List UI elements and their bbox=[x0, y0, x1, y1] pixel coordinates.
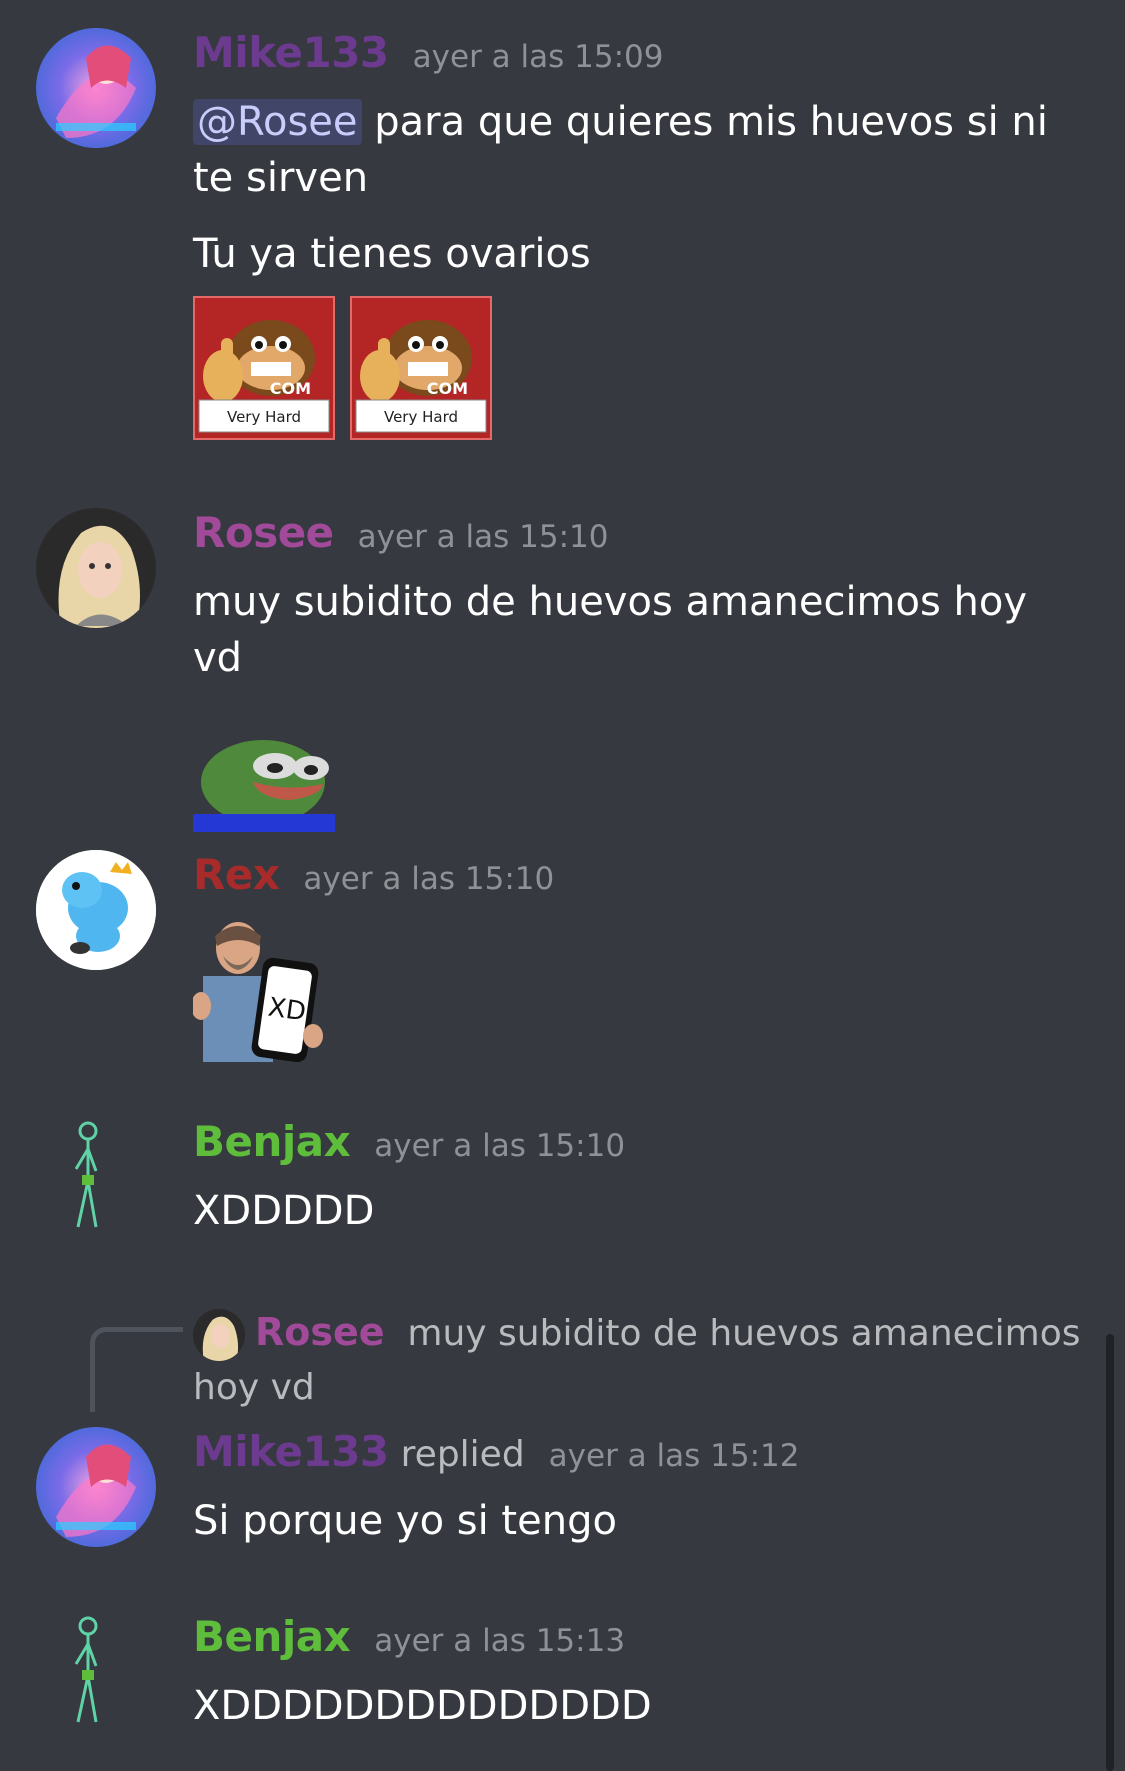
svg-text:XD: XD bbox=[266, 993, 308, 1028]
timestamp: ayer a las 15:12 bbox=[548, 1438, 800, 1474]
reply-preview[interactable]: Rosee muy subidito de huevos amanecimos … bbox=[193, 1305, 1085, 1415]
pepe-emote[interactable] bbox=[193, 732, 335, 832]
svg-text:Very Hard: Very Hard bbox=[227, 408, 301, 426]
avatar[interactable] bbox=[36, 1427, 156, 1547]
avatar[interactable] bbox=[36, 1612, 156, 1732]
username[interactable]: Mike133 bbox=[193, 1427, 389, 1476]
avatar[interactable] bbox=[36, 850, 156, 970]
avatar[interactable] bbox=[36, 28, 156, 148]
timestamp: ayer a las 15:10 bbox=[374, 1128, 626, 1164]
username[interactable]: Benjax bbox=[193, 1612, 351, 1661]
message-text: XDDDDD bbox=[193, 1188, 375, 1234]
timestamp: ayer a las 15:09 bbox=[412, 39, 664, 75]
avatar[interactable] bbox=[36, 1117, 156, 1237]
svg-text:Very Hard: Very Hard bbox=[384, 408, 458, 426]
message-text: @Rosee para que quieres mis huevos si ni… bbox=[193, 94, 1060, 206]
username[interactable]: Benjax bbox=[193, 1117, 351, 1166]
message-text: XDDDDDDDDDDDDDD bbox=[193, 1683, 652, 1729]
svg-text:COM: COM bbox=[427, 379, 468, 398]
reply-connector bbox=[90, 1327, 183, 1412]
emote-row bbox=[193, 732, 1060, 832]
emote-row: COM Very Hard COM Very Hard bbox=[193, 296, 1060, 440]
mention[interactable]: @Rosee bbox=[193, 99, 362, 145]
sticker[interactable]: XD bbox=[191, 916, 1060, 1066]
timestamp: ayer a las 15:13 bbox=[374, 1623, 626, 1659]
username[interactable]: Rosee bbox=[193, 508, 334, 557]
username[interactable]: Mike133 bbox=[193, 28, 389, 77]
timestamp: ayer a las 15:10 bbox=[357, 519, 609, 555]
message-text: Tu ya tienes ovarios bbox=[193, 231, 591, 277]
scrollbar[interactable] bbox=[1106, 1334, 1114, 1771]
reply-username[interactable]: Rosee bbox=[255, 1310, 385, 1354]
timestamp: ayer a las 15:10 bbox=[303, 861, 555, 897]
avatar bbox=[193, 1309, 245, 1361]
avatar[interactable] bbox=[36, 508, 156, 628]
donkey-kong-emote[interactable]: COM Very Hard bbox=[350, 296, 493, 440]
username[interactable]: Rex bbox=[193, 850, 280, 899]
svg-text:COM: COM bbox=[270, 379, 311, 398]
message-text: Si porque yo si tengo bbox=[193, 1498, 617, 1544]
replied-label: replied bbox=[400, 1434, 525, 1475]
donkey-kong-emote[interactable]: COM Very Hard bbox=[193, 296, 335, 440]
message-text: muy subidito de huevos amanecimos hoy vd bbox=[193, 579, 1028, 681]
